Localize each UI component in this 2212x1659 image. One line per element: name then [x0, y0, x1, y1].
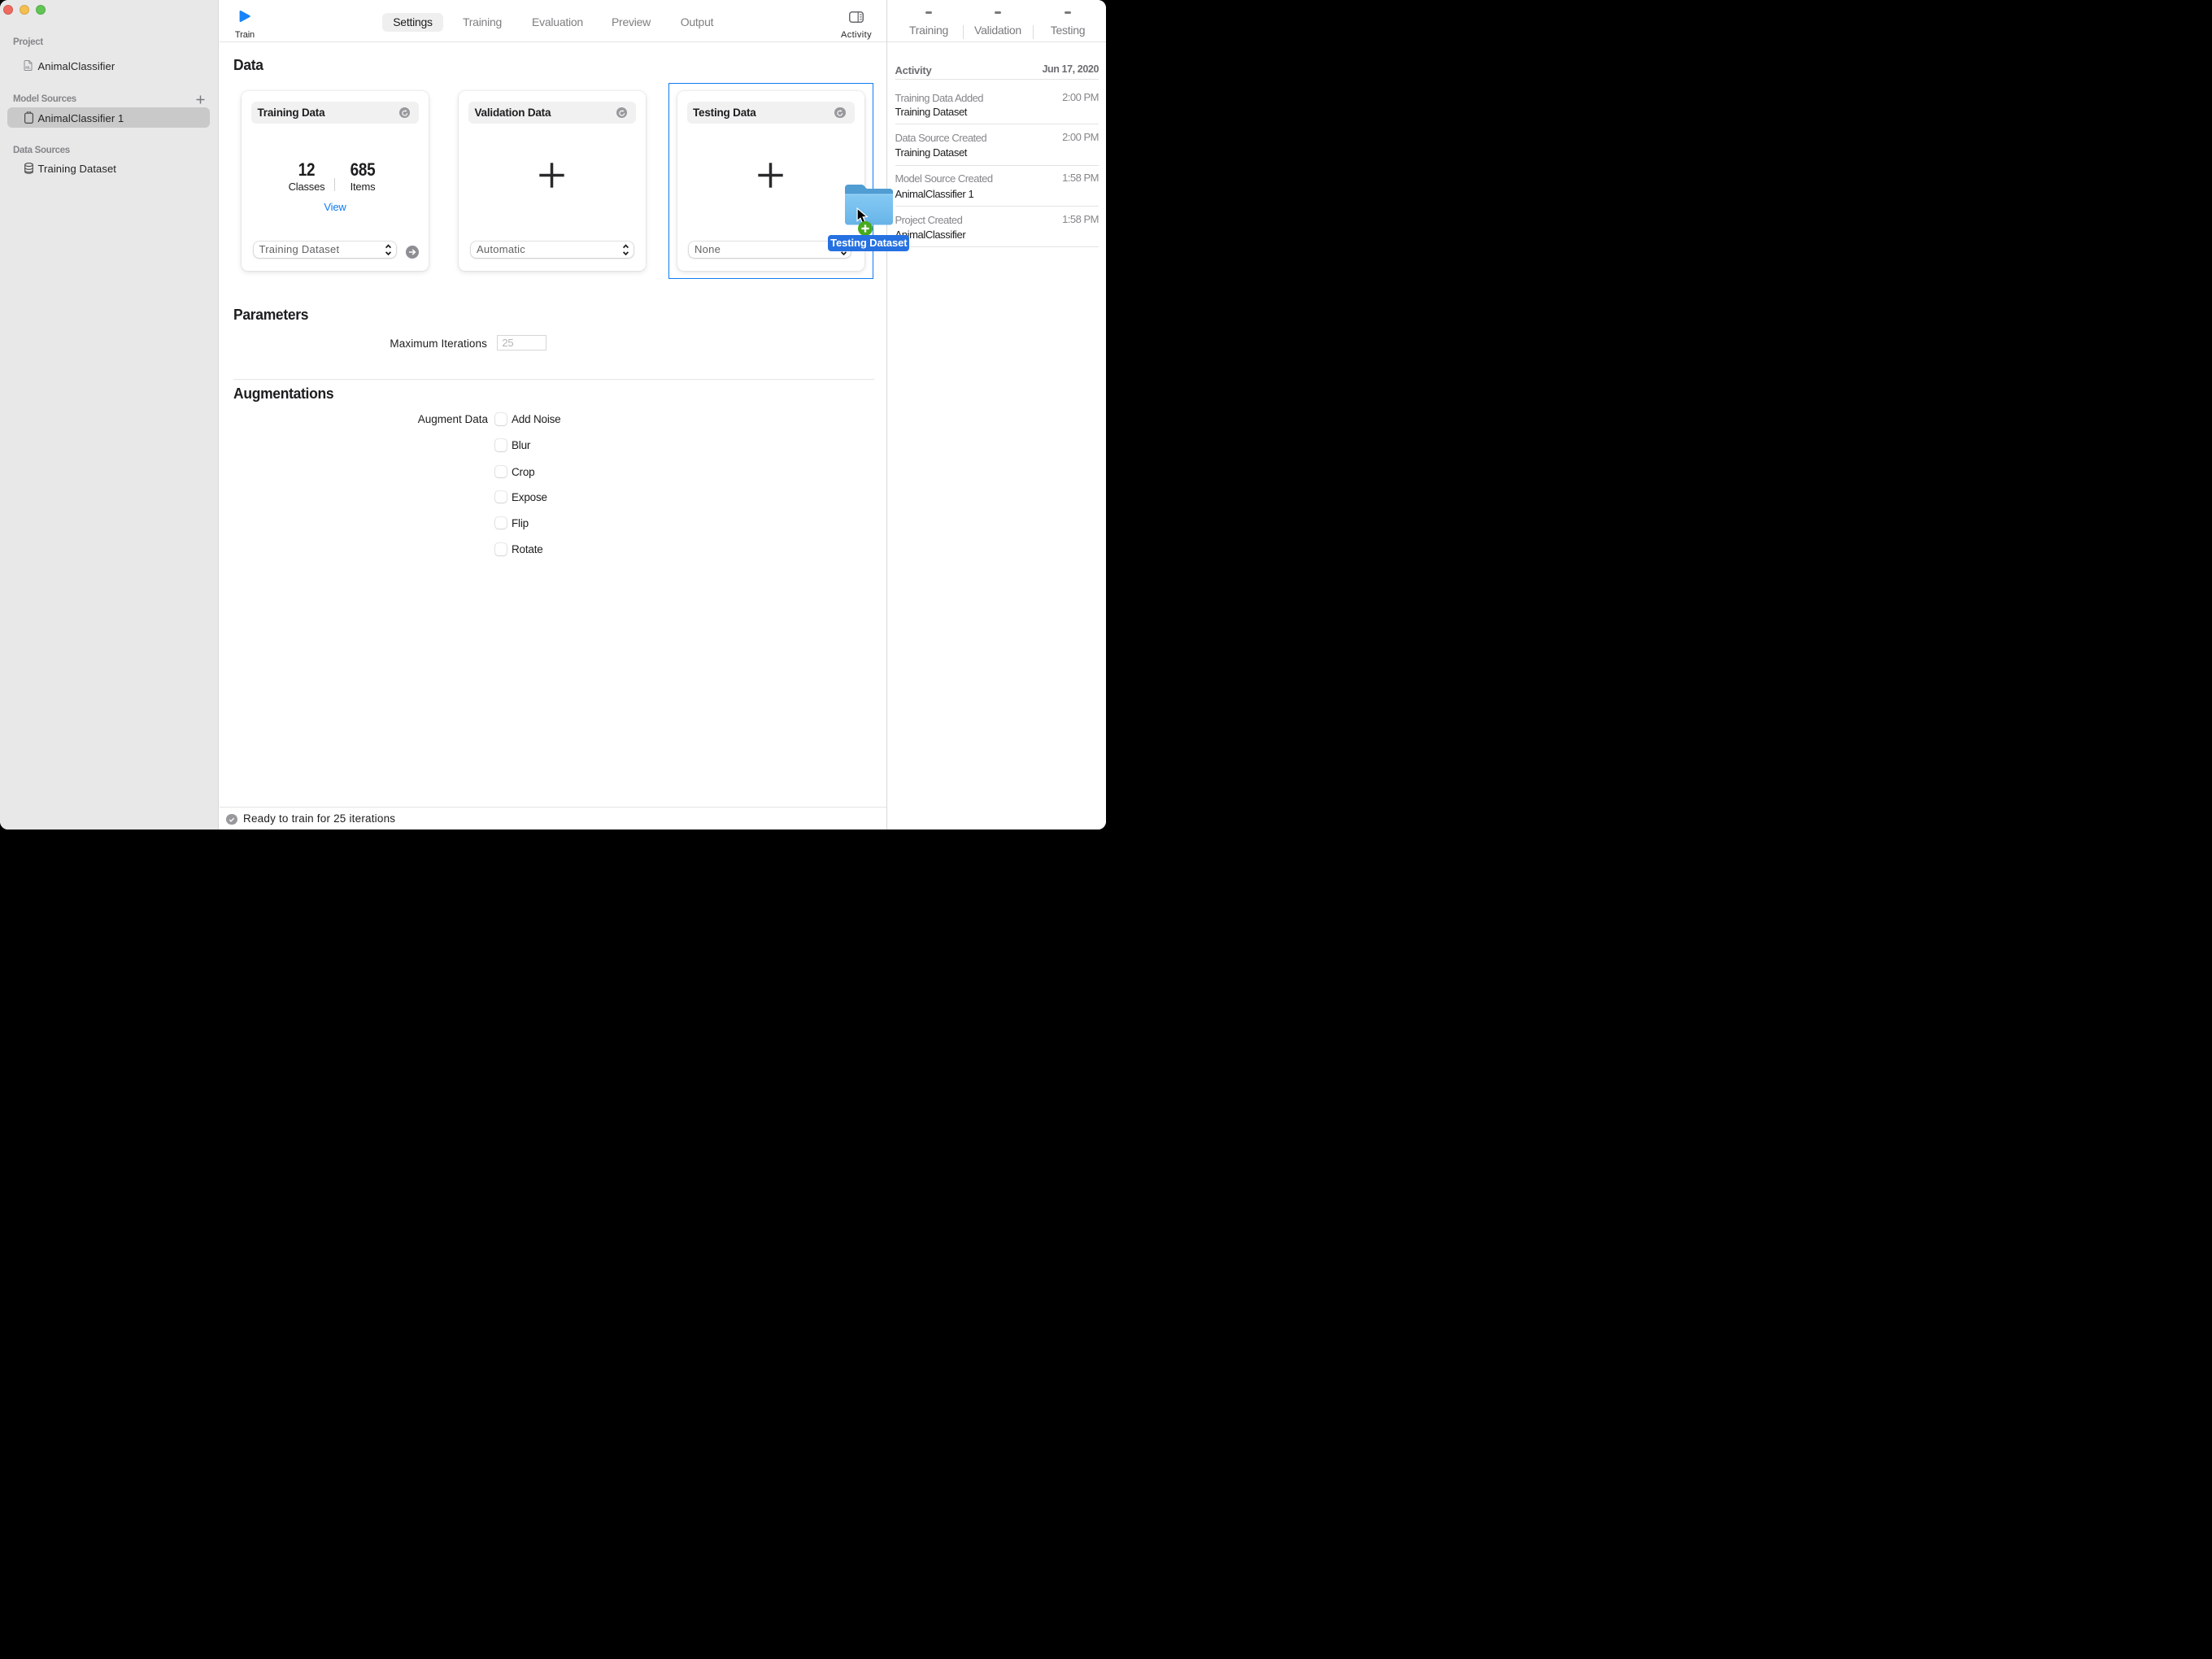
svg-text:ML: ML — [25, 66, 31, 70]
